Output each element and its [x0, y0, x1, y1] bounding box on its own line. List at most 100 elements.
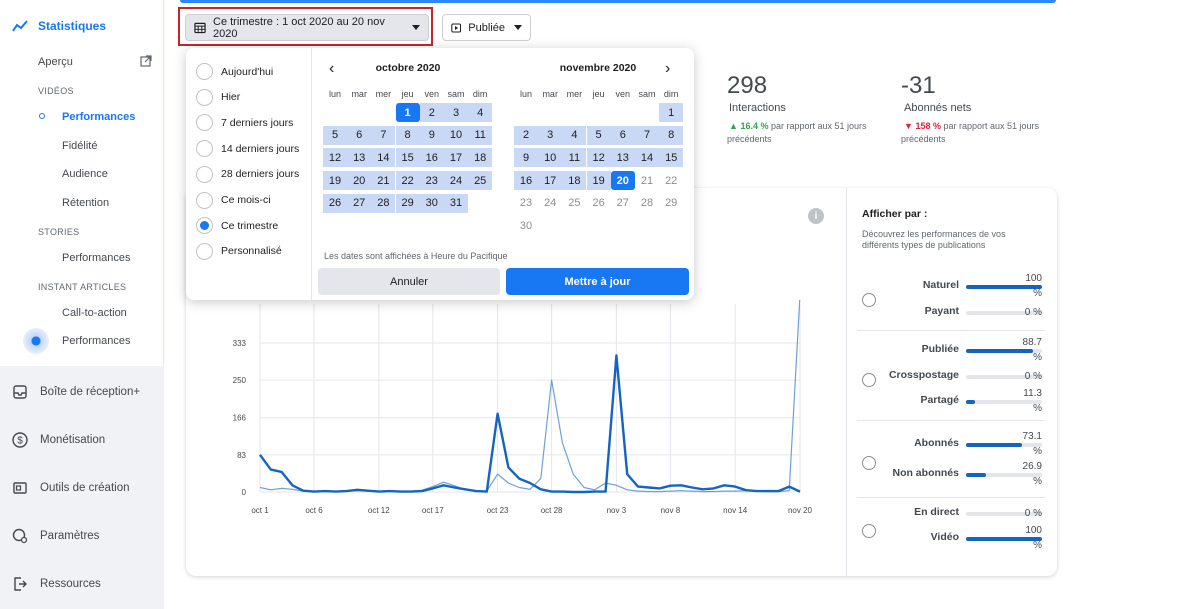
preset-option[interactable]: 14 derniers jours: [196, 140, 299, 158]
calendar-day[interactable]: 8: [659, 125, 684, 145]
sidebar-main-resources[interactable]: Ressources: [12, 576, 101, 592]
calendar-day[interactable]: 14: [635, 148, 659, 168]
calendar-day[interactable]: 20: [610, 171, 635, 191]
calendar-day[interactable]: 5: [323, 125, 347, 145]
radio-button[interactable]: [196, 217, 213, 235]
calendar-day[interactable]: 13: [610, 148, 635, 168]
calendar-day[interactable]: 16: [514, 171, 538, 191]
preset-option[interactable]: 28 derniers jours: [196, 165, 299, 183]
sidebar-item-performances-videos[interactable]: Performances: [62, 111, 135, 123]
radio-button[interactable]: [196, 191, 213, 209]
sidebar-item-performances-stories[interactable]: Performances: [62, 252, 130, 264]
calendar-day[interactable]: 9: [514, 148, 538, 168]
calendar-day[interactable]: 21: [635, 171, 659, 190]
calendar-day[interactable]: 3: [538, 125, 563, 145]
calendar-day[interactable]: 14: [371, 148, 396, 168]
calendar-day[interactable]: 30: [419, 193, 444, 213]
calendar-day[interactable]: 24: [538, 194, 562, 213]
preset-option[interactable]: Ce mois-ci: [196, 191, 271, 209]
calendar-day[interactable]: 10: [538, 148, 563, 168]
calendar-day[interactable]: 23: [514, 194, 538, 213]
calendar-day[interactable]: 11: [468, 125, 493, 145]
calendar-day[interactable]: 2: [514, 125, 538, 145]
calendar-day[interactable]: 13: [347, 148, 372, 168]
info-icon[interactable]: i: [808, 208, 824, 224]
calendar-day[interactable]: 17: [444, 148, 468, 168]
sidebar-item-retention[interactable]: Rétention: [62, 197, 109, 209]
sidebar-main-inbox[interactable]: Boîte de réception+: [12, 384, 140, 400]
calendar-day[interactable]: 6: [610, 125, 635, 145]
calendar-day[interactable]: 8: [395, 125, 420, 145]
radio-button[interactable]: [196, 114, 213, 132]
preset-option[interactable]: Personnalisé: [196, 242, 282, 260]
preset-option[interactable]: Hier: [196, 88, 240, 106]
calendar-day[interactable]: 25: [562, 194, 586, 213]
calendar-day[interactable]: 31: [444, 193, 468, 213]
calendar-day[interactable]: 16: [419, 148, 444, 168]
preset-option[interactable]: Ce trimestre: [196, 217, 278, 235]
preset-option[interactable]: Aujourd'hui: [196, 63, 273, 80]
preset-option[interactable]: 7 derniers jours: [196, 114, 293, 132]
calendar-day[interactable]: 6: [347, 125, 372, 145]
calendar-day[interactable]: 22: [659, 171, 683, 190]
calendar-day[interactable]: 21: [371, 171, 396, 191]
calendar-day[interactable]: 28: [635, 194, 659, 213]
calendar-day[interactable]: 27: [611, 194, 635, 213]
calendar-day[interactable]: 19: [323, 171, 347, 191]
calendar-day[interactable]: 7: [635, 125, 659, 145]
calendar-day[interactable]: 17: [538, 171, 563, 191]
sidebar-main-monetization[interactable]: $ Monétisation: [12, 432, 105, 448]
radio-button[interactable]: [196, 140, 213, 158]
update-button[interactable]: Mettre à jour: [506, 268, 689, 295]
calendar-day[interactable]: 29: [395, 193, 420, 213]
calendar-day[interactable]: 4: [562, 125, 587, 145]
radio-button[interactable]: [196, 63, 213, 80]
calendar-day[interactable]: 12: [323, 148, 347, 168]
breakdown-percent: 0 %: [1024, 508, 1042, 519]
statistics-nav-header[interactable]: Statistiques: [12, 19, 106, 33]
calendar-day[interactable]: 11: [562, 148, 587, 168]
radio-button[interactable]: [196, 165, 213, 183]
calendar-day[interactable]: 7: [371, 125, 396, 145]
external-link-icon[interactable]: [140, 55, 152, 67]
calendar-day[interactable]: 5: [586, 125, 611, 145]
status-dropdown[interactable]: Publiée: [442, 14, 531, 41]
calendar-day[interactable]: 27: [347, 193, 372, 213]
calendar-day[interactable]: 26: [587, 194, 611, 213]
calendar-day[interactable]: 9: [419, 125, 444, 145]
x-tick-label: oct 28: [541, 506, 563, 515]
sidebar-main-settings[interactable]: Paramètres: [12, 528, 99, 544]
calendar-day[interactable]: 3: [444, 103, 468, 122]
calendar-day[interactable]: 22: [395, 171, 420, 191]
calendar-day[interactable]: 23: [419, 171, 444, 191]
sidebar-item-fidelite[interactable]: Fidélité: [62, 140, 97, 152]
sidebar-item-audience[interactable]: Audience: [62, 168, 108, 180]
calendar-day[interactable]: 10: [444, 125, 468, 145]
calendar-day[interactable]: 1: [659, 103, 684, 122]
calendar-day[interactable]: 28: [371, 193, 396, 213]
calendar-day[interactable]: 29: [659, 194, 683, 213]
sidebar-item-apercu[interactable]: Aperçu: [38, 56, 73, 68]
calendar-day[interactable]: 18: [562, 171, 587, 191]
calendar-day[interactable]: 4: [468, 103, 493, 122]
sidebar-main-creator-tools[interactable]: Outils de création: [12, 480, 130, 496]
radio-button[interactable]: [196, 88, 213, 106]
calendar-day[interactable]: 15: [395, 148, 420, 168]
calendar-day[interactable]: 2: [419, 103, 444, 122]
calendar-day[interactable]: 12: [586, 148, 611, 168]
calendar-day[interactable]: 15: [659, 148, 684, 168]
calendar-day[interactable]: 30: [514, 217, 538, 236]
calendar-day[interactable]: 26: [323, 193, 347, 213]
calendar-day[interactable]: 18: [468, 148, 493, 168]
cancel-button[interactable]: Annuler: [318, 268, 500, 295]
calendar-day[interactable]: 20: [347, 171, 372, 191]
radio-button[interactable]: [196, 242, 213, 260]
active-dot-icon: [39, 113, 45, 119]
calendar-day[interactable]: 1: [395, 103, 420, 122]
sidebar-item-performances-instant[interactable]: Performances: [62, 335, 130, 347]
sidebar-item-call-to-action[interactable]: Call-to-action: [62, 307, 127, 319]
calendar-day[interactable]: 24: [444, 171, 468, 191]
calendar-day[interactable]: 25: [468, 171, 493, 191]
calendar-day[interactable]: 19: [586, 171, 611, 191]
interactions-note: par rapport aux 51 jours: [770, 121, 867, 131]
